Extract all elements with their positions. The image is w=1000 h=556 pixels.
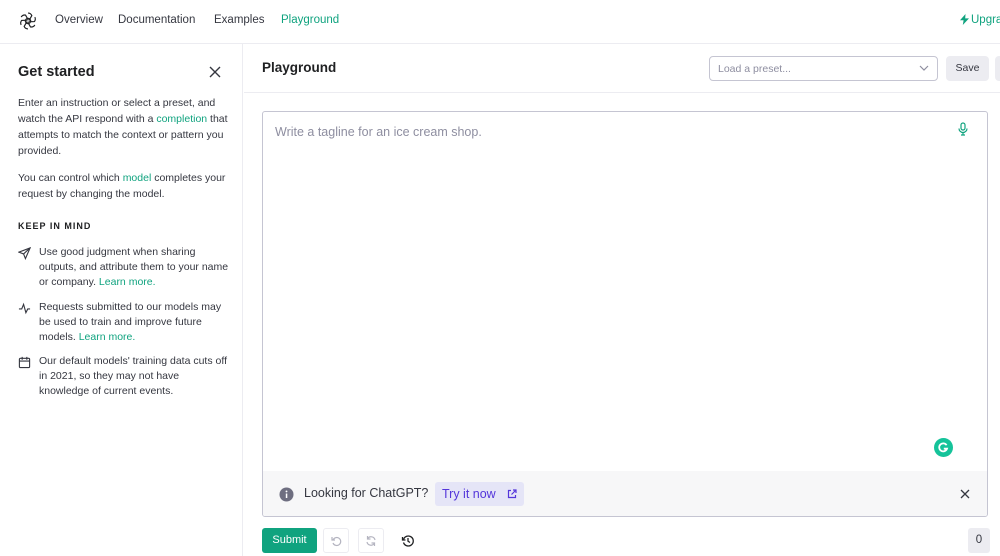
info-icon xyxy=(279,487,294,502)
lightning-icon xyxy=(960,14,969,25)
keep-in-mind-heading: KEEP IN MIND xyxy=(18,221,92,231)
page-title: Playground xyxy=(262,60,337,75)
token-count: 0 xyxy=(968,528,990,553)
chatgpt-banner: Looking for ChatGPT? Try it now xyxy=(263,471,987,516)
more-button[interactable] xyxy=(995,56,1000,81)
close-icon[interactable] xyxy=(209,66,221,78)
nav-examples[interactable]: Examples xyxy=(214,14,265,26)
model-link[interactable]: model xyxy=(123,172,152,184)
model-text: You can control which xyxy=(18,172,123,184)
external-link-icon xyxy=(507,489,517,499)
chevron-down-icon xyxy=(919,65,929,71)
upgrade-label: Upgra xyxy=(971,14,1000,26)
upgrade-link[interactable]: Upgra xyxy=(960,14,1000,26)
model-paragraph: You can control which model completes yo… xyxy=(18,170,230,202)
history-icon[interactable] xyxy=(401,534,415,548)
submit-button[interactable]: Submit xyxy=(262,528,317,553)
preset-select[interactable]: Load a preset... xyxy=(709,56,938,81)
undo-icon xyxy=(331,536,342,547)
send-icon xyxy=(18,247,31,260)
regenerate-button[interactable] xyxy=(358,528,384,553)
preset-placeholder: Load a preset... xyxy=(718,63,791,75)
prompt-placeholder: Write a tagline for an ice cream shop. xyxy=(275,125,482,139)
tip-text: Our default models' training data cuts o… xyxy=(39,355,228,397)
openai-logo-icon[interactable] xyxy=(18,11,38,31)
try-it-now-button[interactable]: Try it now xyxy=(435,482,524,506)
learn-more-link[interactable]: Learn more. xyxy=(79,331,136,343)
save-button[interactable]: Save xyxy=(946,56,989,81)
nav-overview[interactable]: Overview xyxy=(55,14,103,26)
microphone-icon[interactable] xyxy=(956,122,970,136)
nav-playground[interactable]: Playground xyxy=(281,14,339,26)
top-nav: Overview Documentation Examples Playgrou… xyxy=(0,0,1000,44)
banner-text: Looking for ChatGPT? xyxy=(304,486,429,500)
activity-icon xyxy=(18,302,31,315)
regenerate-icon xyxy=(366,536,376,546)
learn-more-link[interactable]: Learn more. xyxy=(99,276,156,288)
undo-button[interactable] xyxy=(323,528,349,553)
playground-main: Playground Load a preset... Save Write a… xyxy=(244,44,1000,556)
sidebar-title: Get started xyxy=(18,64,95,80)
get-started-sidebar: Get started Enter an instruction or sele… xyxy=(0,44,243,556)
grammarly-icon[interactable] xyxy=(934,438,953,457)
close-icon[interactable] xyxy=(960,489,970,499)
prompt-editor[interactable]: Write a tagline for an ice cream shop. L… xyxy=(262,111,988,517)
calendar-icon xyxy=(18,356,31,369)
tip-text: Use good judgment when sharing outputs, … xyxy=(39,245,229,290)
completion-link[interactable]: completion xyxy=(156,113,207,125)
nav-documentation[interactable]: Documentation xyxy=(118,14,195,26)
divider xyxy=(244,92,1000,93)
tip-text: Requests submitted to our models may be … xyxy=(39,300,229,345)
intro-paragraph: Enter an instruction or select a preset,… xyxy=(18,95,230,159)
try-it-now-label: Try it now xyxy=(442,487,496,501)
